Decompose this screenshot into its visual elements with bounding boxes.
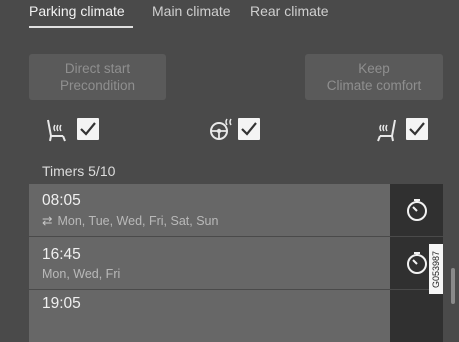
rear-seat-heating-icon: [372, 117, 400, 143]
timer-days: ⇄ Mon, Tue, Wed, Fri, Sat, Sun: [42, 213, 218, 228]
keep-comfort-line2: Climate comfort: [326, 78, 422, 93]
timer-days: Mon, Wed, Fri: [42, 267, 121, 281]
timer-icon: [407, 199, 427, 221]
timer-list-scrollbar[interactable]: [451, 268, 455, 304]
repeat-icon: ⇄: [42, 214, 53, 228]
timer-row[interactable]: 19:05: [29, 290, 390, 342]
timer-time: 16:45: [42, 246, 81, 263]
tab-main-climate[interactable]: Main climate: [152, 3, 231, 19]
active-tab-indicator: [29, 26, 133, 28]
steering-wheel-heating-checkbox[interactable]: [238, 118, 260, 140]
tab-rear-climate[interactable]: Rear climate: [250, 3, 329, 19]
rear-seat-heating-checkbox[interactable]: [406, 118, 428, 140]
climate-tabs: Parking climate Main climate Rear climat…: [0, 0, 459, 32]
timer-days-text: Mon, Tue, Wed, Fri, Sat, Sun: [57, 214, 219, 228]
keep-climate-comfort-button[interactable]: Keep Climate comfort: [305, 54, 443, 100]
seat-heating-icon: [43, 117, 71, 143]
direct-start-precondition-button[interactable]: Direct start Precondition: [29, 54, 166, 100]
timer-toggle-button[interactable]: [390, 290, 443, 342]
timer-row[interactable]: 16:45 Mon, Wed, Fri: [29, 237, 390, 289]
timers-heading: Timers 5/10: [42, 163, 116, 179]
timer-icon: [407, 252, 427, 274]
timer-toggle-button[interactable]: [390, 184, 443, 236]
timer-row[interactable]: 08:05 ⇄ Mon, Tue, Wed, Fri, Sat, Sun: [29, 184, 390, 236]
seat-heating-checkbox[interactable]: [77, 118, 99, 140]
direct-start-line2: Precondition: [59, 78, 136, 93]
direct-start-line1: Direct start: [64, 61, 131, 76]
timer-time: 08:05: [42, 192, 81, 209]
timer-time: 19:05: [42, 295, 81, 312]
steering-wheel-heating-icon: [208, 117, 236, 143]
tab-parking-climate[interactable]: Parking climate: [29, 3, 125, 19]
keep-comfort-line1: Keep: [358, 61, 390, 76]
image-code-label: G053987: [429, 244, 443, 294]
